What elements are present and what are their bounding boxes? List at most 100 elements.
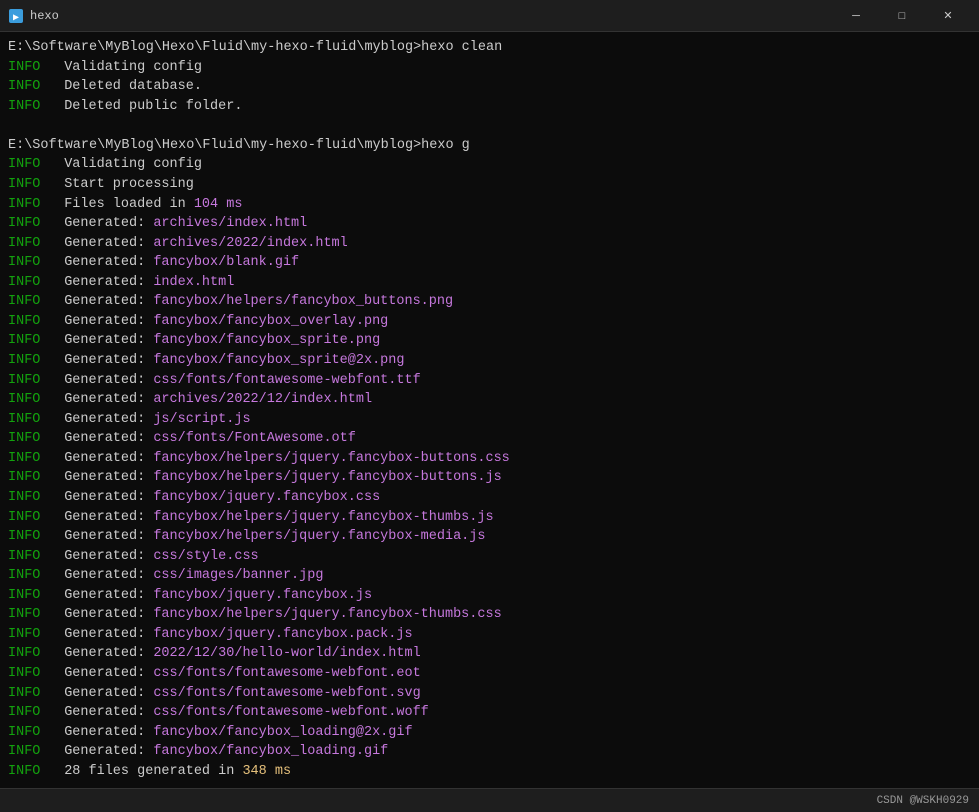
info-label: INFO	[8, 58, 48, 78]
info-text: Deleted public folder.	[48, 97, 242, 117]
info-prefix: Generated:	[48, 723, 153, 743]
info-prefix: Generated:	[48, 742, 153, 762]
app-icon: ▶	[8, 8, 24, 24]
terminal-line: INFO Generated: fancybox/fancybox_loadin…	[8, 723, 971, 743]
info-prefix: Generated:	[48, 429, 153, 449]
terminal-line: INFO 28 files generated in 348 ms	[8, 762, 971, 782]
info-label: INFO	[8, 195, 48, 215]
terminal-line: INFO Generated: css/style.css	[8, 547, 971, 567]
generated-link: fancybox/helpers/jquery.fancybox-thumbs.…	[153, 605, 501, 625]
info-prefix: Generated:	[48, 234, 153, 254]
info-label: INFO	[8, 566, 48, 586]
terminal-line: INFO Generated: fancybox/helpers/jquery.…	[8, 605, 971, 625]
info-label: INFO	[8, 762, 48, 782]
generated-link: 2022/12/30/hello-world/index.html	[153, 644, 420, 664]
info-prefix: Files loaded in	[48, 195, 194, 215]
terminal-line: INFO Generated: css/fonts/fontawesome-we…	[8, 684, 971, 704]
info-label: INFO	[8, 312, 48, 332]
terminal-line: INFO Generated: css/fonts/fontawesome-we…	[8, 371, 971, 391]
info-prefix: Generated:	[48, 390, 153, 410]
terminal-line: INFO Validating config	[8, 58, 971, 78]
info-label: INFO	[8, 586, 48, 606]
info-prefix: Generated:	[48, 253, 153, 273]
info-label: INFO	[8, 644, 48, 664]
info-label: INFO	[8, 488, 48, 508]
info-label: INFO	[8, 547, 48, 567]
info-label: INFO	[8, 429, 48, 449]
info-prefix: Generated:	[48, 351, 153, 371]
terminal-line: INFO Generated: 2022/12/30/hello-world/i…	[8, 644, 971, 664]
info-label: INFO	[8, 371, 48, 391]
status-text: CSDN @WSKH0929	[877, 795, 969, 807]
generated-link: fancybox/helpers/jquery.fancybox-buttons…	[153, 449, 509, 469]
info-label: INFO	[8, 273, 48, 293]
info-label: INFO	[8, 468, 48, 488]
generated-link: css/fonts/FontAwesome.otf	[153, 429, 356, 449]
terminal-line: E:\Software\MyBlog\Hexo\Fluid\my-hexo-fl…	[8, 136, 971, 156]
info-prefix: Generated:	[48, 292, 153, 312]
terminal-line: INFO Generated: archives/2022/index.html	[8, 234, 971, 254]
info-label: INFO	[8, 684, 48, 704]
generated-link: fancybox/fancybox_overlay.png	[153, 312, 388, 332]
info-prefix: Generated:	[48, 703, 153, 723]
generated-link: fancybox/fancybox_sprite.png	[153, 331, 380, 351]
terminal-output: E:\Software\MyBlog\Hexo\Fluid\my-hexo-fl…	[0, 32, 979, 788]
info-prefix: Generated:	[48, 605, 153, 625]
info-label: INFO	[8, 605, 48, 625]
terminal-line: INFO Deleted public folder.	[8, 97, 971, 117]
info-prefix: Generated:	[48, 410, 153, 430]
generated-link: fancybox/jquery.fancybox.pack.js	[153, 625, 412, 645]
terminal-line: INFO Generated: archives/2022/12/index.h…	[8, 390, 971, 410]
terminal-line: INFO Start processing	[8, 175, 971, 195]
generated-link: 104 ms	[194, 195, 243, 215]
generated-link: css/images/banner.jpg	[153, 566, 323, 586]
info-prefix: Generated:	[48, 684, 153, 704]
svg-text:▶: ▶	[13, 13, 19, 23]
terminal-line: INFO Generated: fancybox/fancybox_sprite…	[8, 331, 971, 351]
info-label: INFO	[8, 331, 48, 351]
title-bar: ▶ hexo ─ □ ✕	[0, 0, 979, 32]
minimize-button[interactable]: ─	[833, 0, 879, 32]
info-prefix: 28 files generated in	[48, 762, 242, 782]
info-label: INFO	[8, 97, 48, 117]
generated-link: fancybox/fancybox_sprite@2x.png	[153, 351, 404, 371]
terminal-line: INFO Generated: css/fonts/FontAwesome.ot…	[8, 429, 971, 449]
generated-link: archives/2022/12/index.html	[153, 390, 372, 410]
close-button[interactable]: ✕	[925, 0, 971, 32]
terminal-line: INFO Deleted database.	[8, 77, 971, 97]
generated-link: js/script.js	[153, 410, 250, 430]
terminal-line: INFO Generated: fancybox/jquery.fancybox…	[8, 625, 971, 645]
generated-link: css/fonts/fontawesome-webfont.eot	[153, 664, 420, 684]
window-controls: ─ □ ✕	[833, 0, 971, 32]
terminal-line: INFO Generated: css/fonts/fontawesome-we…	[8, 664, 971, 684]
terminal-line: INFO Generated: fancybox/helpers/jquery.…	[8, 468, 971, 488]
terminal-line: INFO Generated: fancybox/fancybox_overla…	[8, 312, 971, 332]
info-prefix: Generated:	[48, 644, 153, 664]
info-prefix: Generated:	[48, 214, 153, 234]
terminal-line: INFO Generated: fancybox/fancybox_loadin…	[8, 742, 971, 762]
info-label: INFO	[8, 351, 48, 371]
generated-link: fancybox/helpers/jquery.fancybox-buttons…	[153, 468, 501, 488]
info-label: INFO	[8, 703, 48, 723]
info-label: INFO	[8, 214, 48, 234]
terminal-line: INFO Generated: fancybox/fancybox_sprite…	[8, 351, 971, 371]
terminal-line: INFO Generated: fancybox/jquery.fancybox…	[8, 488, 971, 508]
info-label: INFO	[8, 292, 48, 312]
info-label: INFO	[8, 155, 48, 175]
info-label: INFO	[8, 625, 48, 645]
terminal-line: INFO Generated: fancybox/helpers/jquery.…	[8, 508, 971, 528]
terminal-line: INFO Generated: archives/index.html	[8, 214, 971, 234]
terminal-line: INFO Generated: js/script.js	[8, 410, 971, 430]
generated-link: css/fonts/fontawesome-webfont.ttf	[153, 371, 420, 391]
generated-link: fancybox/fancybox_loading@2x.gif	[153, 723, 412, 743]
generated-link: fancybox/helpers/fancybox_buttons.png	[153, 292, 453, 312]
terminal-line: INFO Validating config	[8, 155, 971, 175]
info-label: INFO	[8, 664, 48, 684]
info-text: Start processing	[48, 175, 194, 195]
info-prefix: Generated:	[48, 566, 153, 586]
terminal-line: INFO Generated: fancybox/blank.gif	[8, 253, 971, 273]
terminal-line: INFO Generated: fancybox/helpers/jquery.…	[8, 449, 971, 469]
generated-link: css/style.css	[153, 547, 258, 567]
maximize-button[interactable]: □	[879, 0, 925, 32]
command-text: E:\Software\MyBlog\Hexo\Fluid\my-hexo-fl…	[8, 136, 470, 156]
